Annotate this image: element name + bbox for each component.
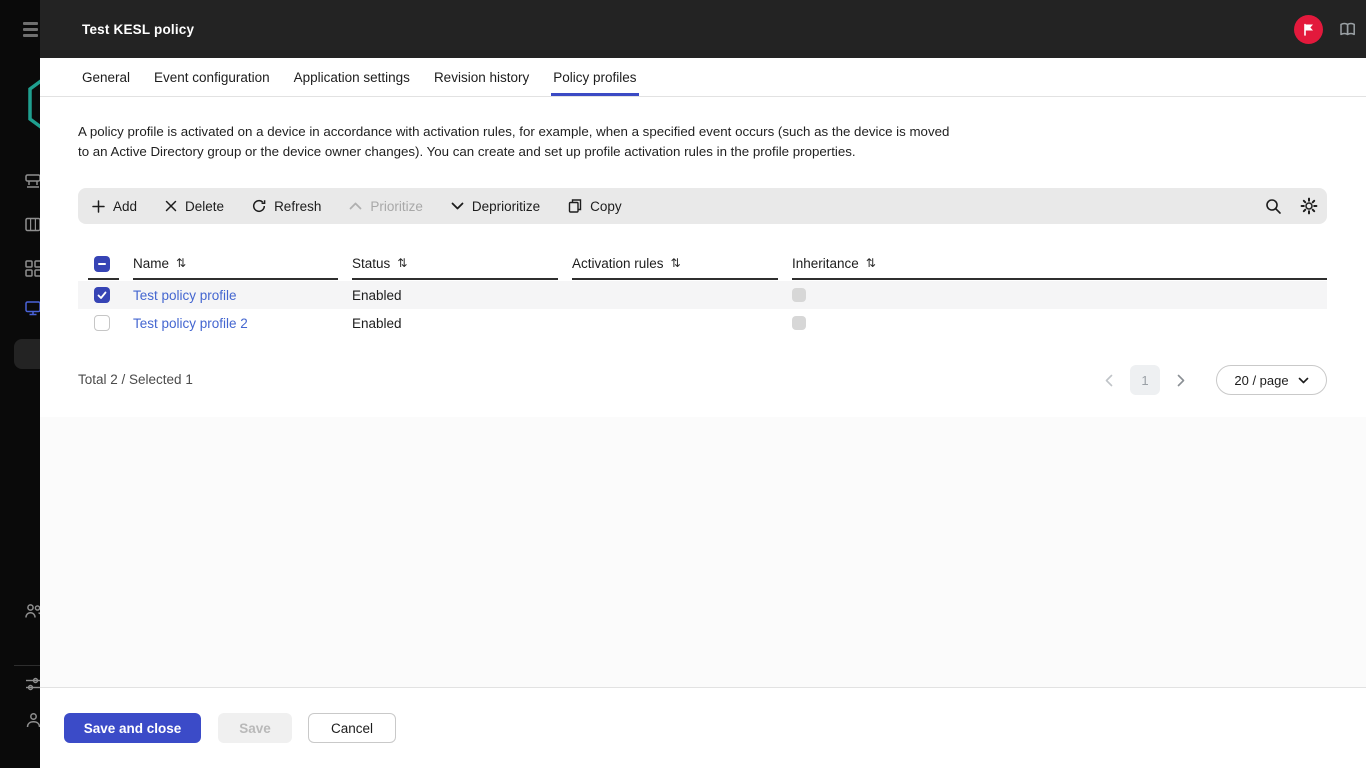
cancel-button[interactable]: Cancel: [308, 713, 396, 743]
tab-event-configuration[interactable]: Event configuration: [152, 58, 272, 96]
profile-status: Enabled: [352, 309, 402, 337]
marketplace-book-icon[interactable]: [25, 217, 40, 233]
table-row: Test policy profile Enabled: [78, 281, 1327, 309]
deprioritize-button[interactable]: Deprioritize: [437, 188, 554, 224]
window-title: Test KESL policy: [82, 0, 194, 58]
column-header-status[interactable]: Status⇅: [352, 248, 558, 280]
x-icon: [165, 200, 177, 212]
row-checkbox-unchecked[interactable]: [94, 315, 110, 331]
page-prev-icon[interactable]: [1094, 365, 1124, 395]
tab-revision-history[interactable]: Revision history: [432, 58, 531, 96]
kaspersky-logo-icon: [27, 72, 40, 136]
table-row: Test policy profile 2 Enabled: [78, 309, 1327, 337]
flag-icon: [1294, 15, 1323, 44]
selection-summary: Total 2 / Selected 1: [78, 372, 193, 387]
console-settings-icon[interactable]: [25, 676, 40, 692]
feedback-flag-button[interactable]: [1294, 0, 1323, 58]
page-number[interactable]: 1: [1130, 365, 1160, 395]
app-root: Test KESL policy General: [0, 0, 1366, 768]
copy-icon: [568, 199, 582, 213]
sort-icon: ⇅: [671, 256, 681, 270]
table-header: Name⇅ Status⇅ Activation rules⇅ Inherita…: [40, 248, 1366, 280]
sort-icon: ⇅: [397, 256, 407, 270]
inheritance-checkbox-disabled: [792, 316, 806, 330]
help-book-icon[interactable]: [1339, 0, 1357, 58]
devices-monitor-icon[interactable]: [25, 300, 40, 317]
left-nav-rail: [0, 0, 40, 768]
rail-divider: [14, 665, 40, 666]
content-gray-zone: [40, 417, 1366, 687]
chevron-down-icon: [451, 202, 464, 210]
tab-application-settings[interactable]: Application settings: [292, 58, 412, 96]
select-all-cell: [88, 248, 119, 280]
save-and-close-button[interactable]: Save and close: [64, 713, 201, 743]
menu-icon[interactable]: [23, 22, 38, 40]
chevron-up-icon: [349, 202, 362, 210]
page-size-dropdown[interactable]: 20 / page: [1216, 365, 1327, 395]
profile-status: Enabled: [352, 281, 402, 309]
prioritize-button[interactable]: Prioritize: [335, 188, 437, 224]
tab-general[interactable]: General: [80, 58, 132, 96]
tab-bar: General Event configuration Application …: [40, 58, 1366, 97]
delete-button[interactable]: Delete: [151, 188, 238, 224]
sort-icon: ⇅: [866, 256, 876, 270]
profile-name-link[interactable]: Test policy profile 2: [133, 309, 248, 337]
column-header-inheritance[interactable]: Inheritance⇅: [792, 248, 1327, 280]
save-button[interactable]: Save: [218, 713, 292, 743]
indeterminate-icon: [98, 263, 106, 265]
plus-icon: [92, 200, 105, 213]
tab-policy-profiles[interactable]: Policy profiles: [551, 58, 638, 96]
profile-name-link[interactable]: Test policy profile: [133, 281, 237, 309]
account-icon[interactable]: [25, 712, 40, 729]
page-next-icon[interactable]: [1166, 365, 1196, 395]
table-toolbar: Add Delete Refresh Prioritize Deprioriti…: [78, 188, 1327, 224]
assets-icon[interactable]: [25, 173, 40, 190]
check-icon: [97, 291, 107, 300]
policy-profiles-description: A policy profile is activated on a devic…: [78, 122, 962, 162]
users-icon[interactable]: [25, 603, 40, 620]
row-checkbox-checked[interactable]: [94, 287, 110, 303]
chevron-down-icon: [1298, 377, 1309, 384]
apps-grid-icon[interactable]: [25, 260, 40, 277]
copy-button[interactable]: Copy: [554, 188, 636, 224]
refresh-icon: [252, 199, 266, 213]
window-titlebar: Test KESL policy: [40, 0, 1366, 58]
search-icon[interactable]: [1265, 188, 1282, 224]
refresh-button[interactable]: Refresh: [238, 188, 335, 224]
column-header-activation-rules[interactable]: Activation rules⇅: [572, 248, 778, 280]
dialog-action-bar: Save and close Save Cancel: [40, 687, 1366, 768]
gear-icon[interactable]: [1300, 188, 1318, 224]
rail-active-item[interactable]: [14, 339, 40, 369]
policy-dialog-content: General Event configuration Application …: [40, 58, 1366, 768]
column-header-name[interactable]: Name⇅: [133, 248, 338, 280]
select-all-checkbox[interactable]: [94, 256, 110, 272]
inheritance-checkbox-disabled: [792, 288, 806, 302]
sort-icon: ⇅: [176, 256, 186, 270]
add-button[interactable]: Add: [78, 188, 151, 224]
